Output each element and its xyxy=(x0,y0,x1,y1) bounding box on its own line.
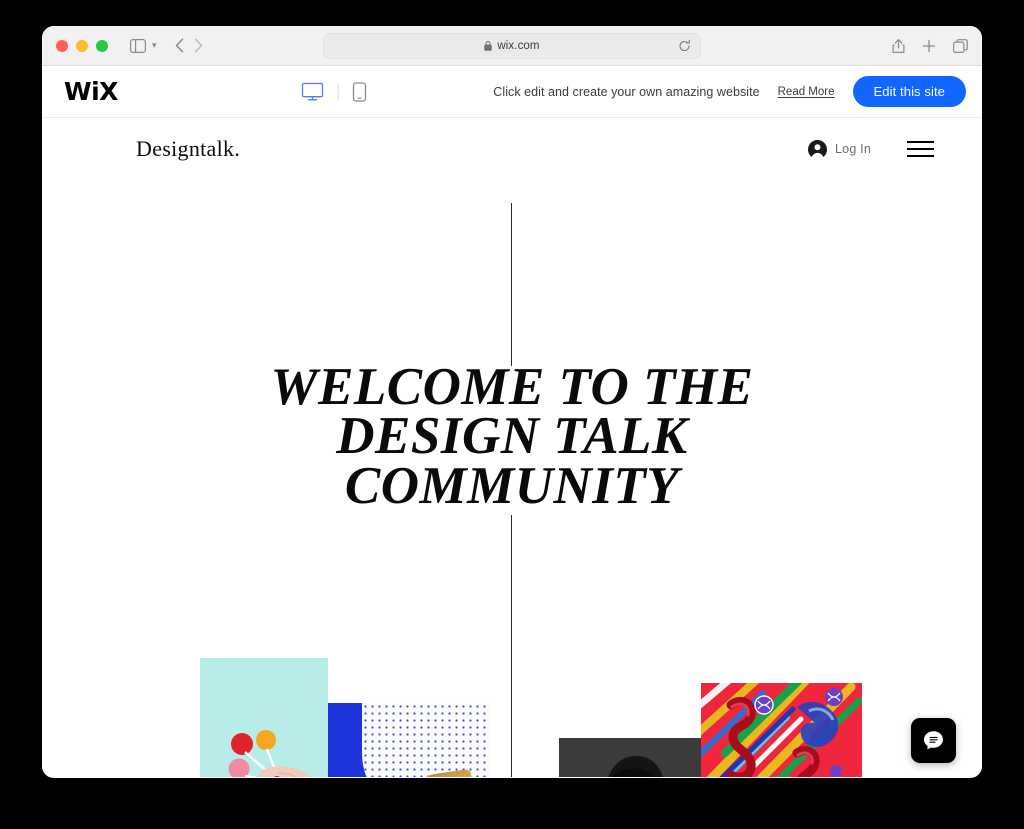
toolbar-nav-group: ▾ xyxy=(130,38,203,53)
portrait-photo xyxy=(559,738,709,777)
maximize-window-button[interactable] xyxy=(96,39,108,52)
sidebar-icon[interactable] xyxy=(130,38,146,53)
wix-editor-bar: WiX Click edit and create your own amazi… xyxy=(42,66,982,118)
wix-logo[interactable]: WiX xyxy=(64,79,118,104)
candy-canes-photo xyxy=(701,683,862,777)
site-viewport: Designtalk. Log In WELCOME TO THE DESIGN… xyxy=(42,118,982,777)
dotted-paper-surface xyxy=(362,703,490,777)
hero-image-collage xyxy=(42,118,982,777)
address-bar[interactable]: wix.com xyxy=(323,33,701,59)
toolbar-actions xyxy=(892,38,968,54)
reload-icon[interactable] xyxy=(678,39,691,53)
tabs-icon[interactable] xyxy=(953,38,968,53)
url-text: wix.com xyxy=(497,40,540,52)
minimize-window-button[interactable] xyxy=(76,39,88,52)
browser-toolbar: ▾ wix.com xyxy=(42,26,982,66)
view-mode-toggle xyxy=(301,81,367,102)
edit-this-site-button[interactable]: Edit this site xyxy=(852,76,966,107)
window-controls xyxy=(56,39,108,52)
forward-button[interactable] xyxy=(194,38,203,53)
mobile-icon[interactable] xyxy=(352,81,367,102)
wix-promo-message: Click edit and create your own amazing w… xyxy=(493,84,760,99)
close-window-button[interactable] xyxy=(56,39,68,52)
chat-bubble-icon[interactable] xyxy=(911,718,956,763)
blue-dotted-paper-photo xyxy=(328,703,490,777)
desktop-icon[interactable] xyxy=(301,82,324,102)
back-button[interactable] xyxy=(175,38,184,53)
browser-window: ▾ wix.com WiX Click edit and create your… xyxy=(42,26,982,778)
read-more-link[interactable]: Read More xyxy=(778,86,835,98)
chevron-down-icon[interactable]: ▾ xyxy=(152,40,157,51)
share-icon[interactable] xyxy=(892,38,905,54)
plus-icon[interactable] xyxy=(922,39,936,53)
lollipops-photo xyxy=(200,658,328,777)
lock-icon xyxy=(484,41,493,51)
wix-bar-actions: Click edit and create your own amazing w… xyxy=(493,76,966,107)
view-toggle-divider xyxy=(337,82,339,101)
